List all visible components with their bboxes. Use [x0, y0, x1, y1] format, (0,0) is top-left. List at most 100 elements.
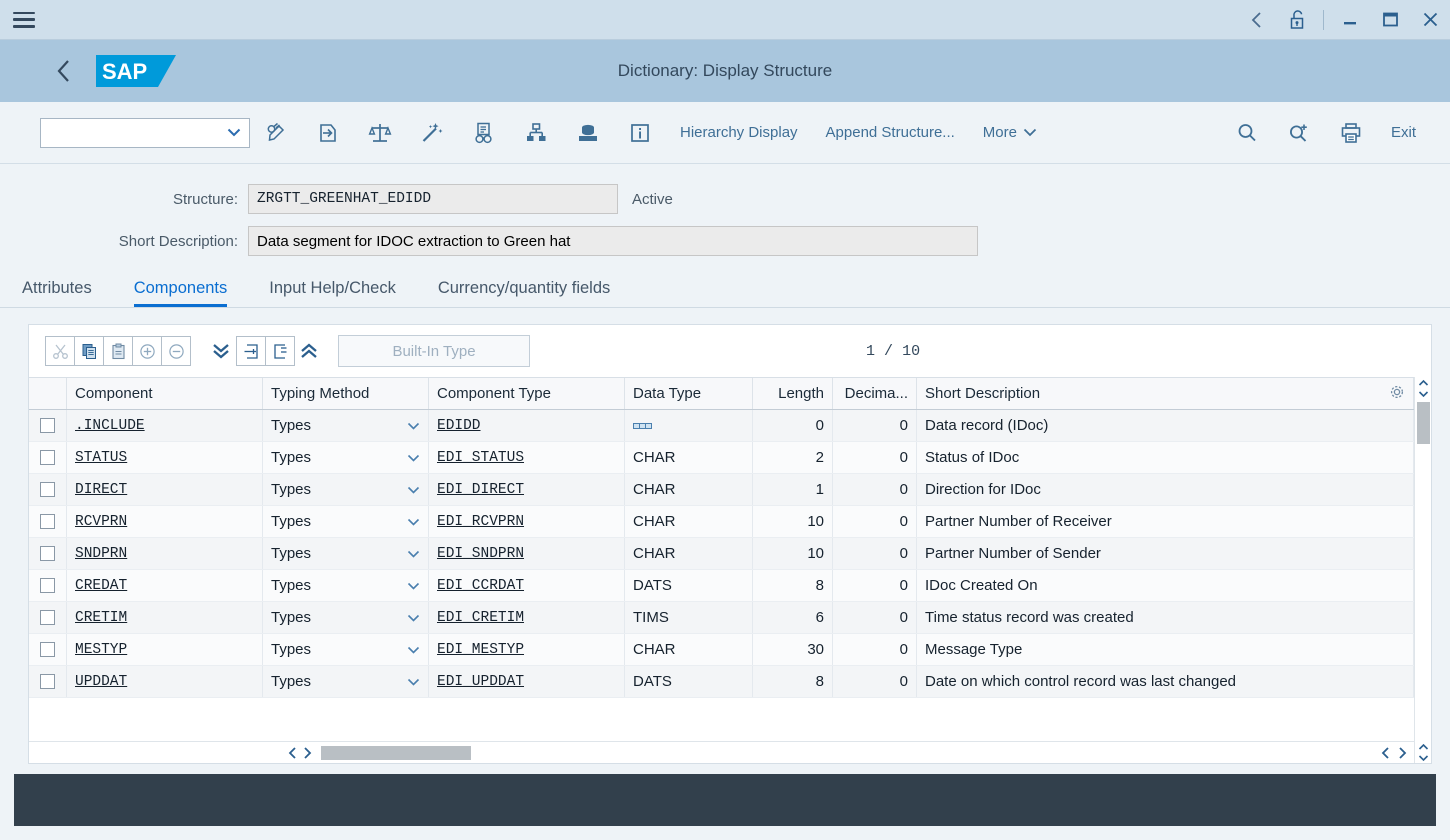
column-header-component[interactable]: Component: [67, 378, 263, 409]
component-link[interactable]: MESTYP: [75, 642, 127, 658]
cell-typing-method[interactable]: Types: [263, 634, 429, 665]
cell-component[interactable]: .INCLUDE: [67, 410, 263, 441]
cell-typing-method[interactable]: Types: [263, 602, 429, 633]
component-type-link[interactable]: EDI_DIRECT: [437, 482, 524, 498]
column-header-typing-method[interactable]: Typing Method: [263, 378, 429, 409]
session-lock-button[interactable]: [1277, 0, 1317, 40]
cell-typing-method[interactable]: Types: [263, 442, 429, 473]
search-button[interactable]: [1221, 110, 1273, 156]
table-row[interactable]: CRETIMTypesEDI_CRETIMTIMS60Time status r…: [29, 602, 1414, 634]
main-menu-button[interactable]: [0, 0, 48, 40]
cell-component-type[interactable]: EDI_STATUS: [429, 442, 625, 473]
table-row[interactable]: CREDATTypesEDI_CCRDATDATS80IDoc Created …: [29, 570, 1414, 602]
cell-typing-method[interactable]: Types: [263, 506, 429, 537]
cell-component-type[interactable]: EDI_DIRECT: [429, 474, 625, 505]
maximize-button[interactable]: [1370, 0, 1410, 40]
cell-component-type[interactable]: EDI_CCRDAT: [429, 570, 625, 601]
table-row[interactable]: .INCLUDETypesEDIDD00Data record (IDoc): [29, 410, 1414, 442]
table-row[interactable]: RCVPRNTypesEDI_RCVPRNCHAR100Partner Numb…: [29, 506, 1414, 538]
tab-input-help-check[interactable]: Input Help/Check: [269, 279, 418, 307]
append-structure-button[interactable]: Append Structure...: [812, 113, 969, 153]
row-checkbox-cell[interactable]: [29, 634, 67, 665]
component-type-link[interactable]: EDI_STATUS: [437, 450, 524, 466]
component-link[interactable]: STATUS: [75, 450, 127, 466]
insert-row-button[interactable]: [132, 336, 162, 366]
cell-component[interactable]: CRETIM: [67, 602, 263, 633]
copy-button[interactable]: [74, 336, 104, 366]
row-checkbox[interactable]: [40, 482, 55, 497]
table-row[interactable]: DIRECTTypesEDI_DIRECTCHAR10Direction for…: [29, 474, 1414, 506]
column-header-short-description[interactable]: Short Description: [917, 378, 1414, 409]
component-type-link[interactable]: EDI_SNDPRN: [437, 546, 524, 562]
component-link[interactable]: RCVPRN: [75, 514, 127, 530]
object-select-dropdown[interactable]: [40, 118, 250, 148]
vscroll-down-arrow-top[interactable]: [1418, 388, 1429, 399]
row-checkbox[interactable]: [40, 514, 55, 529]
exit-button[interactable]: Exit: [1377, 113, 1430, 153]
column-header-component-type[interactable]: Component Type: [429, 378, 625, 409]
print-button[interactable]: [1325, 110, 1377, 156]
paste-button[interactable]: [103, 336, 133, 366]
delete-row-button[interactable]: [161, 336, 191, 366]
component-type-link[interactable]: EDI_UPDDAT: [437, 674, 524, 690]
cell-component[interactable]: DIRECT: [67, 474, 263, 505]
vscroll-up-arrow-bottom[interactable]: [1418, 741, 1429, 752]
sap-logo[interactable]: SAP: [96, 55, 174, 87]
component-type-link[interactable]: EDIDD: [437, 418, 481, 434]
row-checkbox-cell[interactable]: [29, 442, 67, 473]
row-checkbox[interactable]: [40, 418, 55, 433]
close-button[interactable]: [1410, 0, 1450, 40]
navigate-back-button[interactable]: [36, 40, 92, 102]
cell-component-type[interactable]: EDI_CRETIM: [429, 602, 625, 633]
hscroll-thumb[interactable]: [321, 746, 471, 760]
component-type-link[interactable]: EDI_MESTYP: [437, 642, 524, 658]
table-row[interactable]: SNDPRNTypesEDI_SNDPRNCHAR100Partner Numb…: [29, 538, 1414, 570]
vscroll-up-arrow[interactable]: [1418, 377, 1429, 388]
table-row[interactable]: MESTYPTypesEDI_MESTYPCHAR300Message Type: [29, 634, 1414, 666]
component-link[interactable]: DIRECT: [75, 482, 127, 498]
row-checkbox[interactable]: [40, 642, 55, 657]
import-button[interactable]: [302, 110, 354, 156]
row-checkbox[interactable]: [40, 578, 55, 593]
cell-component-type[interactable]: EDI_UPDDAT: [429, 666, 625, 697]
component-type-link[interactable]: EDI_CCRDAT: [437, 578, 524, 594]
component-link[interactable]: CREDAT: [75, 578, 127, 594]
cell-component[interactable]: STATUS: [67, 442, 263, 473]
information-button[interactable]: [614, 110, 666, 156]
collapse-up-button[interactable]: [294, 336, 324, 366]
hierarchy-display-button[interactable]: Hierarchy Display: [666, 113, 812, 153]
expand-down-button[interactable]: [206, 336, 236, 366]
cell-component-type[interactable]: EDIDD: [429, 410, 625, 441]
structure-input[interactable]: ZRGTT_GREENHAT_EDIDD: [248, 184, 618, 214]
find-next-button[interactable]: [1273, 110, 1325, 156]
vscroll-down-arrow[interactable]: [1418, 752, 1429, 763]
component-link[interactable]: CRETIM: [75, 610, 127, 626]
select-all-header[interactable]: [29, 378, 67, 409]
tab-currency-quantity-fields[interactable]: Currency/quantity fields: [438, 279, 632, 307]
cell-component-type[interactable]: EDI_RCVPRN: [429, 506, 625, 537]
cell-component[interactable]: UPDDAT: [67, 666, 263, 697]
cell-typing-method[interactable]: Types: [263, 570, 429, 601]
cell-component[interactable]: SNDPRN: [67, 538, 263, 569]
row-checkbox[interactable]: [40, 674, 55, 689]
cell-component[interactable]: RCVPRN: [67, 506, 263, 537]
vscroll-thumb[interactable]: [1417, 402, 1430, 444]
row-checkbox-cell[interactable]: [29, 506, 67, 537]
column-header-data-type[interactable]: Data Type: [625, 378, 753, 409]
cell-component-type[interactable]: EDI_SNDPRN: [429, 538, 625, 569]
hierarchy-button[interactable]: [510, 110, 562, 156]
magic-wand-button[interactable]: [406, 110, 458, 156]
tab-attributes[interactable]: Attributes: [22, 279, 114, 307]
component-link[interactable]: UPDDAT: [75, 674, 127, 690]
table-row[interactable]: STATUSTypesEDI_STATUSCHAR20Status of IDo…: [29, 442, 1414, 474]
row-checkbox-cell[interactable]: [29, 538, 67, 569]
more-menu-button[interactable]: More: [969, 113, 1051, 153]
cell-typing-method[interactable]: Types: [263, 474, 429, 505]
window-back-button[interactable]: [1237, 0, 1277, 40]
row-checkbox-cell[interactable]: [29, 570, 67, 601]
horizontal-scrollbar[interactable]: [29, 741, 1414, 763]
database-object-button[interactable]: [562, 110, 614, 156]
cell-typing-method[interactable]: Types: [263, 666, 429, 697]
row-checkbox-cell[interactable]: [29, 666, 67, 697]
component-type-link[interactable]: EDI_CRETIM: [437, 610, 524, 626]
